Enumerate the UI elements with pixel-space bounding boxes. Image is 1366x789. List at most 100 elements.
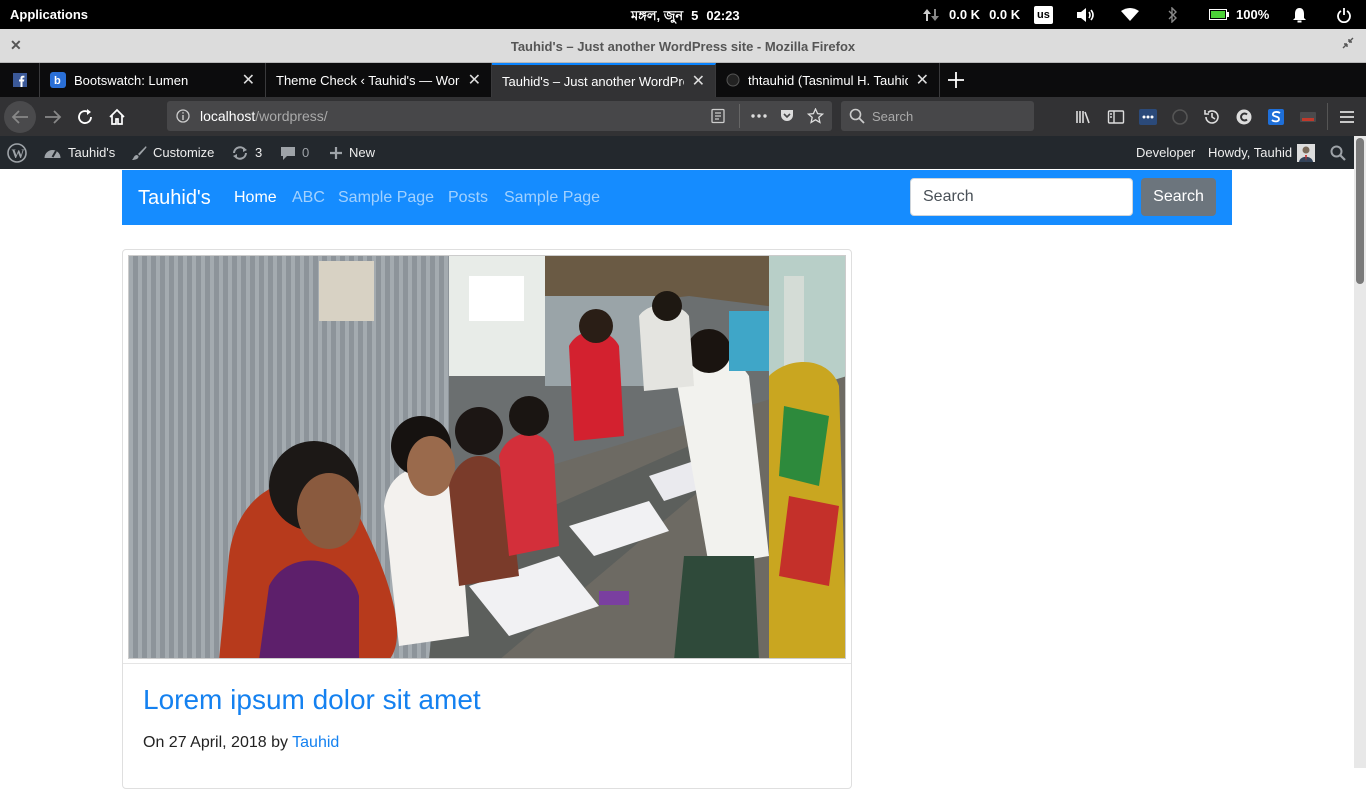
extension-dots-icon[interactable] — [1136, 105, 1160, 129]
wp-customize[interactable]: Customize — [131, 136, 214, 169]
tab-strip: b Bootswatch: Lumen ✕ Theme Check ‹ Tauh… — [0, 63, 1366, 97]
volume-icon[interactable] — [1076, 5, 1096, 24]
bootswatch-icon: b — [50, 72, 66, 88]
back-arrow-icon[interactable] — [4, 101, 36, 133]
urlbar-divider — [739, 104, 740, 128]
clock-time: 02:23 — [706, 8, 740, 23]
site-navbar: Tauhid's Home ABC Sample Page Posts Samp… — [122, 170, 1232, 225]
post-title[interactable]: Lorem ipsum dolor sit amet — [143, 684, 481, 716]
wordpress-logo-icon[interactable]: W — [7, 136, 33, 169]
tab-close-icon[interactable]: ✕ — [916, 70, 929, 90]
nav-posts[interactable]: Posts — [448, 189, 488, 207]
tab-bootswatch[interactable]: b Bootswatch: Lumen ✕ — [40, 63, 266, 97]
tab-close-icon[interactable]: ✕ — [242, 70, 255, 90]
tab-close-icon[interactable]: ✕ — [692, 71, 705, 91]
notification-bell-icon[interactable] — [1292, 5, 1307, 24]
wp-howdy-label: Howdy, Tauhid — [1208, 145, 1293, 160]
post-meta: On 27 April, 2018 by Tauhid — [143, 734, 339, 752]
extension-disabled-icon[interactable] — [1168, 105, 1192, 129]
search-placeholder: Search — [872, 109, 914, 124]
keyboard-layout-label: us — [1034, 5, 1053, 24]
wp-site-name[interactable]: Tauhid's — [43, 136, 115, 169]
extension-s-icon[interactable] — [1264, 105, 1288, 129]
search-box[interactable]: Search — [841, 101, 1034, 131]
nav-home[interactable]: Home — [234, 189, 277, 207]
bookmark-star-icon[interactable] — [807, 108, 824, 124]
pinned-tab-facebook[interactable] — [0, 63, 40, 97]
post-date: On 27 April, 2018 by — [143, 734, 288, 751]
tab-tauhids-site[interactable]: Tauhid's – Just another WordPress site ✕ — [492, 63, 716, 97]
nav-abc[interactable]: ABC — [292, 189, 325, 207]
home-icon[interactable] — [105, 105, 129, 129]
clock-date: মঙ্গল, জুন — [631, 8, 684, 23]
plus-icon — [329, 146, 349, 160]
library-icon[interactable] — [1072, 105, 1096, 129]
nav-sample-page[interactable]: Sample Page — [338, 189, 434, 207]
history-icon[interactable] — [1200, 105, 1224, 129]
post-featured-image[interactable] — [128, 255, 846, 659]
net-upload-value: 0.0 K — [949, 7, 981, 22]
url-host: localhost — [200, 108, 256, 124]
site-info-icon[interactable] — [176, 109, 190, 123]
page-actions-icon[interactable] — [750, 108, 768, 124]
updates-refresh-icon — [231, 145, 255, 161]
reader-view-icon[interactable] — [710, 108, 726, 124]
tab-theme-check[interactable]: Theme Check ‹ Tauhid's — WordPress ✕ — [266, 63, 492, 97]
sidebar-icon[interactable] — [1104, 105, 1128, 129]
nav-sample-page-2[interactable]: Sample Page — [504, 189, 600, 207]
site-search-button[interactable]: Search — [1141, 178, 1216, 216]
battery-percent: 100% — [1236, 7, 1270, 22]
power-icon[interactable] — [1337, 5, 1351, 24]
wp-new-content[interactable]: New — [329, 136, 375, 169]
url-text: localhost/wordpress/ — [200, 108, 328, 124]
window-title: Tauhid's – Just another WordPress site -… — [510, 39, 856, 54]
applications-menu[interactable]: Applications — [10, 7, 88, 22]
wp-my-account[interactable]: Howdy, Tauhid — [1208, 136, 1321, 169]
navigation-toolbar: localhost/wordpress/ Search — [0, 97, 1366, 136]
system-top-bar: Applications মঙ্গল, জুন 5 02:23 0.0 K 0.0 … — [0, 0, 1366, 29]
tab-label: thtauhid (Tasnimul H. Tauhid) — [748, 72, 908, 88]
battery-indicator[interactable]: 100% — [1209, 5, 1269, 24]
tab-close-icon[interactable]: ✕ — [468, 70, 481, 90]
url-bar[interactable]: localhost/wordpress/ — [167, 101, 832, 131]
clock-day: 5 — [691, 8, 699, 23]
wp-search-icon[interactable] — [1330, 136, 1352, 169]
forward-arrow-icon[interactable] — [41, 105, 65, 129]
page-scrollbar[interactable] — [1354, 136, 1366, 768]
wp-admin-bar: W Tauhid's Customize 3 0 New Developer H… — [0, 136, 1354, 169]
clock[interactable]: মঙ্গল, জুন 5 02:23 — [631, 7, 748, 28]
card-divider — [123, 663, 851, 664]
wp-developer-label: Developer — [1136, 145, 1196, 160]
net-download-value: 0.0 K — [989, 7, 1021, 22]
window-title-bar: ✕ Tauhid's – Just another WordPress site… — [0, 29, 1366, 63]
pocket-icon[interactable] — [779, 108, 795, 124]
avatar — [1297, 143, 1321, 162]
paintbrush-icon — [131, 145, 153, 161]
site-brand[interactable]: Tauhid's — [138, 187, 211, 210]
extension-red-icon[interactable] — [1296, 105, 1320, 129]
tab-github[interactable]: thtauhid (Tasnimul H. Tauhid) ✕ — [716, 63, 940, 97]
window-restore-icon[interactable] — [1342, 37, 1354, 49]
wp-developer[interactable]: Developer — [1136, 136, 1195, 169]
post-author-link[interactable]: Tauhid — [292, 734, 339, 751]
reload-icon[interactable] — [73, 105, 97, 129]
search-icon — [849, 108, 865, 124]
wp-new-label: New — [349, 145, 376, 160]
bluetooth-icon[interactable] — [1168, 5, 1178, 24]
toolbar-divider — [1327, 103, 1328, 130]
scrollbar-thumb[interactable] — [1356, 138, 1364, 284]
network-speed-indicator[interactable]: 0.0 K 0.0 K — [922, 5, 1020, 24]
wp-comments[interactable]: 0 — [280, 136, 309, 169]
svg-text:W: W — [12, 146, 25, 161]
wp-comments-count: 0 — [302, 145, 310, 160]
hamburger-menu-icon[interactable] — [1335, 105, 1359, 129]
new-tab-plus-icon[interactable] — [946, 70, 966, 90]
github-icon — [726, 73, 740, 87]
wp-updates[interactable]: 3 — [231, 136, 262, 169]
site-search-input[interactable]: Search — [910, 178, 1133, 216]
extension-c-icon[interactable] — [1232, 105, 1256, 129]
wifi-icon[interactable] — [1121, 5, 1139, 24]
post-card: Lorem ipsum dolor sit amet On 27 April, … — [122, 249, 852, 789]
keyboard-layout[interactable]: us — [1034, 5, 1053, 24]
tab-label: Theme Check ‹ Tauhid's — WordPress — [276, 72, 460, 88]
